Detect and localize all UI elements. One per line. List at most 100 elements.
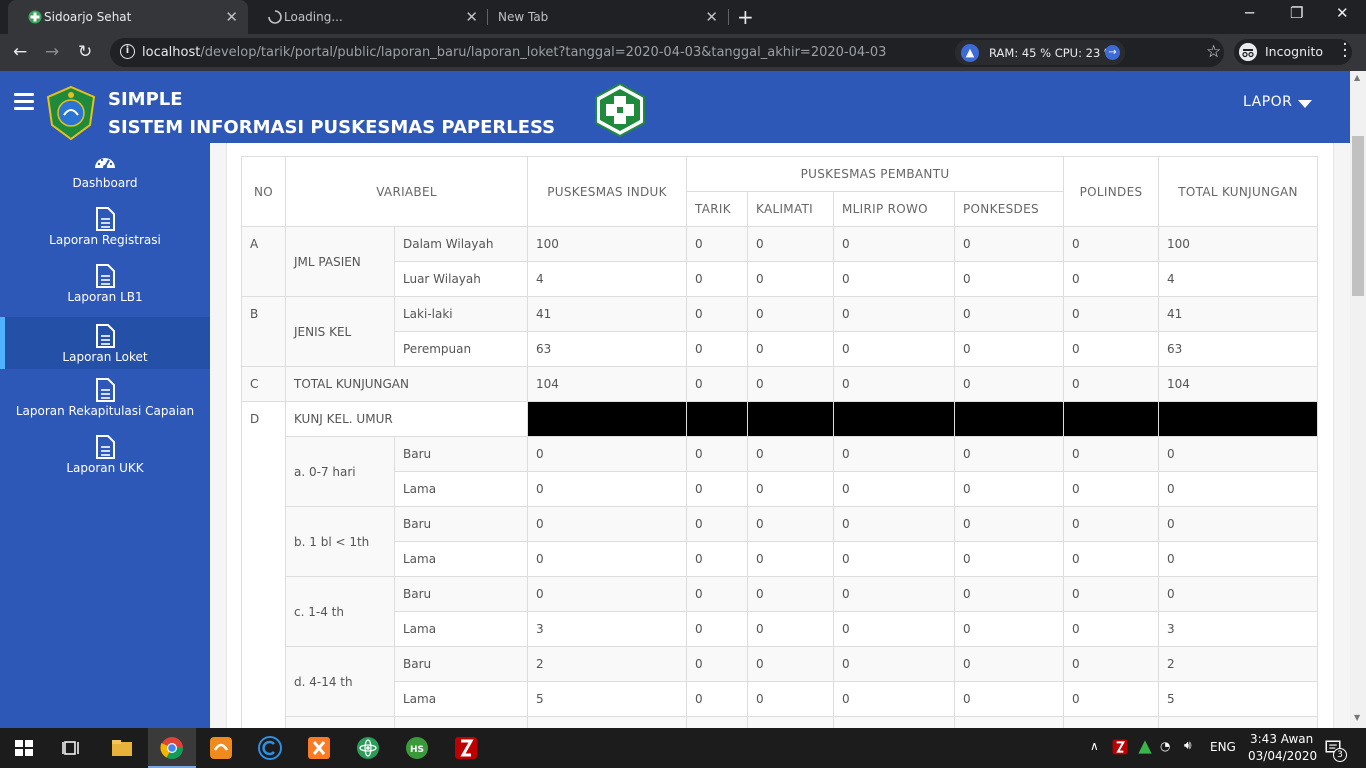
windows-start-icon[interactable] [12,736,36,760]
row-label: Baru [393,576,529,612]
value-cell: 0 [1063,331,1160,367]
row-label: Baru [393,506,529,542]
filezilla-icon[interactable] [454,736,478,760]
minimize-window-icon[interactable]: ─ [1245,4,1254,22]
document-icon [96,264,115,288]
row-label: Laki-laki [393,296,529,332]
hamburger-menu-icon[interactable] [14,93,34,111]
browser-tab-loading[interactable]: Loading... ✕ [248,0,488,34]
browser-toolbar: ← → ↻ i localhost/develop/tarik/portal/p… [0,34,1366,71]
close-window-icon[interactable]: ✕ [1336,4,1349,22]
loading-spinner-icon [268,10,282,24]
sidebar-item-laporan-ukk[interactable]: Laporan UKK [0,428,210,480]
atom-icon[interactable] [356,736,380,760]
value-cell: 0 [1063,611,1160,647]
sidebar-item-laporan-rekapitulasi-capaian[interactable]: Laporan Rekapitulasi Capaian [0,371,210,423]
page-scrollbar[interactable]: ▲ ▼ [1350,71,1366,728]
value-cell: 0 [833,611,956,647]
tray-time[interactable]: 3:43 Awan [1250,732,1313,746]
value-cell: 0 [1063,576,1160,612]
value-cell: 3 [527,611,688,647]
value-cell: 0 [1063,646,1160,682]
document-icon [96,324,115,348]
masked-cell [1158,401,1319,437]
value-cell: 104 [527,366,688,402]
value-cell: 0 [954,611,1065,647]
masked-cell [954,401,1065,437]
tray-volume-icon[interactable]: 🔊︎ [1184,738,1192,753]
scrollbar-thumb[interactable] [1352,136,1364,296]
xampp-icon[interactable] [307,736,331,760]
value-cell: 0 [747,261,835,297]
masked-cell [747,401,835,437]
document-icon [96,378,115,402]
browser-menu-icon[interactable]: · · · [1341,37,1349,66]
restore-window-icon[interactable]: ❐ [1290,4,1303,22]
app-header: SIMPLE SISTEM INFORMASI PUSKESMAS PAPERL… [0,71,1350,143]
sidebar-item-dashboard[interactable]: Dashboard [0,143,210,195]
value-cell: 0 [833,506,956,542]
new-tab-plus-icon[interactable]: + [737,5,754,29]
scroll-up-icon[interactable]: ▲ [1354,73,1360,82]
site-info-icon[interactable]: i [120,44,135,59]
close-tab-icon[interactable]: ✕ [225,8,238,26]
row-no: C [241,366,286,402]
bookmark-star-icon[interactable]: ☆ [1206,42,1221,62]
close-tab-icon[interactable]: ✕ [465,8,478,26]
value-cell: 0 [686,646,749,682]
row-no: B [241,296,286,367]
value-cell: 0 [954,541,1065,577]
value-cell: 0 [954,576,1065,612]
back-arrow-icon[interactable]: ← [13,42,27,62]
lapor-menu-button[interactable]: LAPOR [1243,94,1292,110]
windows-taskbar: HS ∧ ◔ 🔊︎ ENG 3:43 Awan 03/04/2020 3 [0,728,1366,768]
masked-cell [833,401,956,437]
tray-filezilla-icon[interactable] [1112,739,1128,755]
table-row: b. 1 bl < 1th Baru 0 0 0 0 0 0 0 [242,506,1319,577]
sidebar-item-laporan-registrasi[interactable]: Laporan Registrasi [0,200,210,252]
ram-cpu-extension[interactable]: ▲ RAM: 45 % CPU: 23 % → [955,40,1125,65]
close-tab-icon[interactable]: ✕ [705,8,718,26]
header-kalimati: KALIMATI [747,191,835,227]
row-no: A [241,226,286,297]
tray-language[interactable]: ENG [1210,740,1236,754]
chevron-down-icon[interactable] [1298,100,1312,108]
value-cell: 0 [954,366,1065,402]
address-bar[interactable]: i localhost/develop/tarik/portal/public/… [110,38,1224,67]
browser-tab-new-tab[interactable]: New Tab ✕ [488,0,728,34]
site-favicon-icon [28,10,42,24]
scroll-down-icon[interactable]: ▼ [1354,713,1360,722]
task-view-icon[interactable] [60,736,84,760]
row-label: Lama [393,541,529,577]
value-cell: 0 [747,611,835,647]
row-label: Baru [393,646,529,682]
browser-tab-strip: Sidoarjo Sehat ✕ Loading... ✕ New Tab ✕ … [0,0,1366,34]
file-explorer-icon[interactable] [110,736,134,760]
tray-network-status-icon[interactable] [1137,739,1153,755]
value-cell: 0 [686,576,749,612]
value-cell: 0 [686,506,749,542]
forward-arrow-icon[interactable]: → [45,42,59,62]
table-row: Perempuan 63 0 0 0 0 0 63 [242,331,1319,367]
sidebar-item-laporan-loket[interactable]: Laporan Loket [0,317,210,369]
value-cell: 2 [527,646,688,682]
value-cell: 104 [1158,366,1319,402]
value-cell: 0 [1063,436,1160,472]
sidebar-item-laporan-lb1[interactable]: Laporan LB1 [0,257,210,309]
browser-tab-sidoarjo-sehat[interactable]: Sidoarjo Sehat ✕ [8,0,248,34]
incognito-badge[interactable]: Incognito [1234,39,1352,65]
value-cell: 0 [954,436,1065,472]
tray-date[interactable]: 03/04/2020 [1248,749,1317,763]
row-label: Luar Wilayah [393,261,529,297]
tray-wifi-icon[interactable]: ◔ [1160,739,1170,753]
heidisql-icon[interactable]: HS [405,736,429,760]
reload-icon[interactable]: ↻ [78,42,92,62]
chrome-icon[interactable] [160,736,184,760]
value-cell: 0 [747,681,835,717]
uc-browser-icon[interactable] [209,736,233,760]
tray-chevron-up-icon[interactable]: ∧ [1090,739,1099,753]
table-row: Luar Wilayah 4 0 0 0 0 0 4 [242,261,1319,297]
value-cell: 5 [527,681,688,717]
ccleaner-icon[interactable] [258,736,282,760]
value-cell: 0 [686,436,749,472]
